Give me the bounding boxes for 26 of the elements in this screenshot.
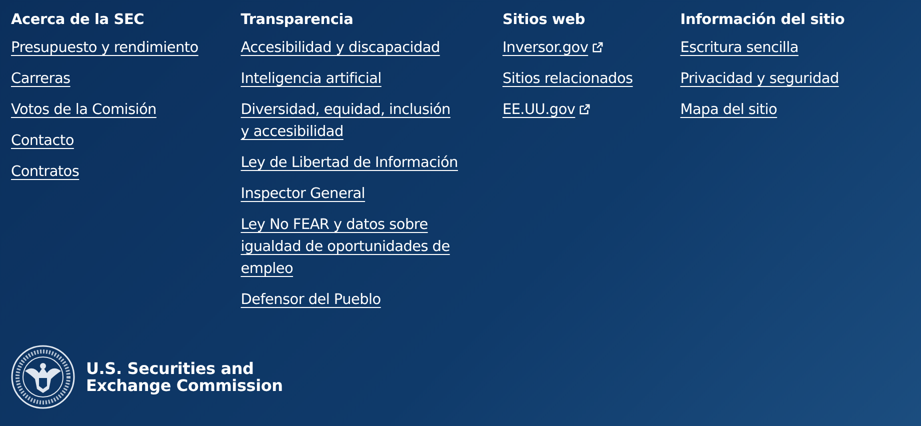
- footer-link[interactable]: Mapa del sitio: [680, 99, 778, 121]
- footer-link[interactable]: Ley de Libertad de Información: [240, 152, 458, 174]
- agency-name: U.S. Securities and Exchange Commission: [86, 360, 283, 394]
- seal-icon: [11, 345, 75, 409]
- footer-link[interactable]: Defensor del Pueblo: [240, 289, 381, 311]
- footer-link[interactable]: Sitios relacionados: [502, 68, 633, 90]
- footer-link[interactable]: Contacto: [11, 130, 74, 152]
- footer-link[interactable]: Inspector General: [240, 183, 366, 205]
- footer-link[interactable]: Votos de la Comisión: [11, 99, 156, 121]
- footer-link[interactable]: Inteligencia artificial: [240, 68, 382, 90]
- footer-link[interactable]: Diversidad, equidad, inclusión y accesibilidad: [240, 99, 459, 143]
- column-heading: Sitios web: [502, 11, 586, 30]
- column-heading: Acerca de la SEC: [11, 11, 146, 30]
- footer-link[interactable]: Inversor.gov: [502, 37, 588, 59]
- footer-link[interactable]: EE.UU.gov: [502, 99, 576, 121]
- footer-link[interactable]: Privacidad y seguridad: [680, 68, 839, 90]
- footer-link[interactable]: Escritura sencilla: [680, 37, 798, 59]
- footer-link[interactable]: Accesibilidad y discapacidad: [240, 37, 440, 59]
- footer-link[interactable]: Contratos: [11, 161, 80, 183]
- footer-link[interactable]: Carreras: [11, 68, 70, 90]
- footer-link[interactable]: Ley No FEAR y datos sobre igualdad de oportunidades de empleo: [240, 214, 459, 280]
- column-heading: Transparencia: [240, 11, 354, 30]
- column-heading: Información del sitio: [680, 11, 846, 30]
- footer-link[interactable]: Presupuesto y rendimiento: [11, 37, 198, 59]
- external-link-icon: [592, 42, 604, 53]
- external-link-icon: [579, 104, 590, 115]
